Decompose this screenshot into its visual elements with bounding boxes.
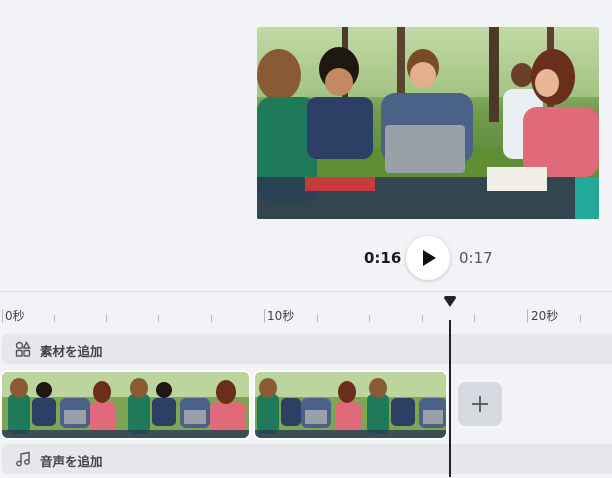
ruler-tick	[580, 315, 581, 322]
play-icon	[423, 250, 436, 266]
shapes-icon	[15, 341, 31, 357]
clip-thumbnails	[2, 372, 249, 438]
ruler-tick	[317, 315, 318, 322]
ruler-tick	[264, 309, 265, 323]
clip-thumbnails	[255, 372, 446, 438]
total-time: 0:17	[459, 249, 493, 267]
ruler-tick	[422, 315, 423, 322]
ruler-tick	[211, 315, 212, 322]
playhead[interactable]	[449, 320, 451, 477]
preview-image	[257, 27, 599, 219]
add-media-track[interactable]: 素材を追加	[2, 334, 612, 364]
ruler-label-10: 10秒	[267, 309, 295, 323]
current-time: 0:16	[364, 249, 402, 267]
video-clip[interactable]	[0, 370, 251, 440]
add-audio-track[interactable]: 音声を追加	[2, 444, 612, 474]
add-audio-label: 音声を追加	[40, 454, 103, 469]
ruler-tick	[2, 309, 3, 323]
ruler-tick	[369, 315, 370, 322]
playhead-handle[interactable]	[443, 296, 457, 308]
timeline-ruler[interactable]: 0秒 10秒 20秒	[0, 292, 612, 330]
plus-icon	[472, 396, 488, 412]
music-note-icon	[16, 451, 30, 467]
ruler-tick	[158, 315, 159, 322]
add-clip-button[interactable]	[458, 382, 502, 426]
ruler-tick	[106, 315, 107, 322]
ruler-tick	[527, 309, 528, 323]
ruler-tick	[474, 315, 475, 322]
play-button[interactable]	[406, 236, 450, 280]
video-preview	[257, 27, 599, 219]
ruler-label-0: 0秒	[5, 309, 25, 323]
add-media-label: 素材を追加	[40, 344, 103, 359]
timeline: 0秒 10秒 20秒 素材を追加 音声を追加	[0, 291, 612, 478]
video-clip[interactable]	[253, 370, 448, 440]
player-controls: 0:16 0:17	[0, 236, 612, 282]
video-track	[0, 370, 612, 440]
ruler-tick	[54, 315, 55, 322]
ruler-label-20: 20秒	[531, 309, 559, 323]
